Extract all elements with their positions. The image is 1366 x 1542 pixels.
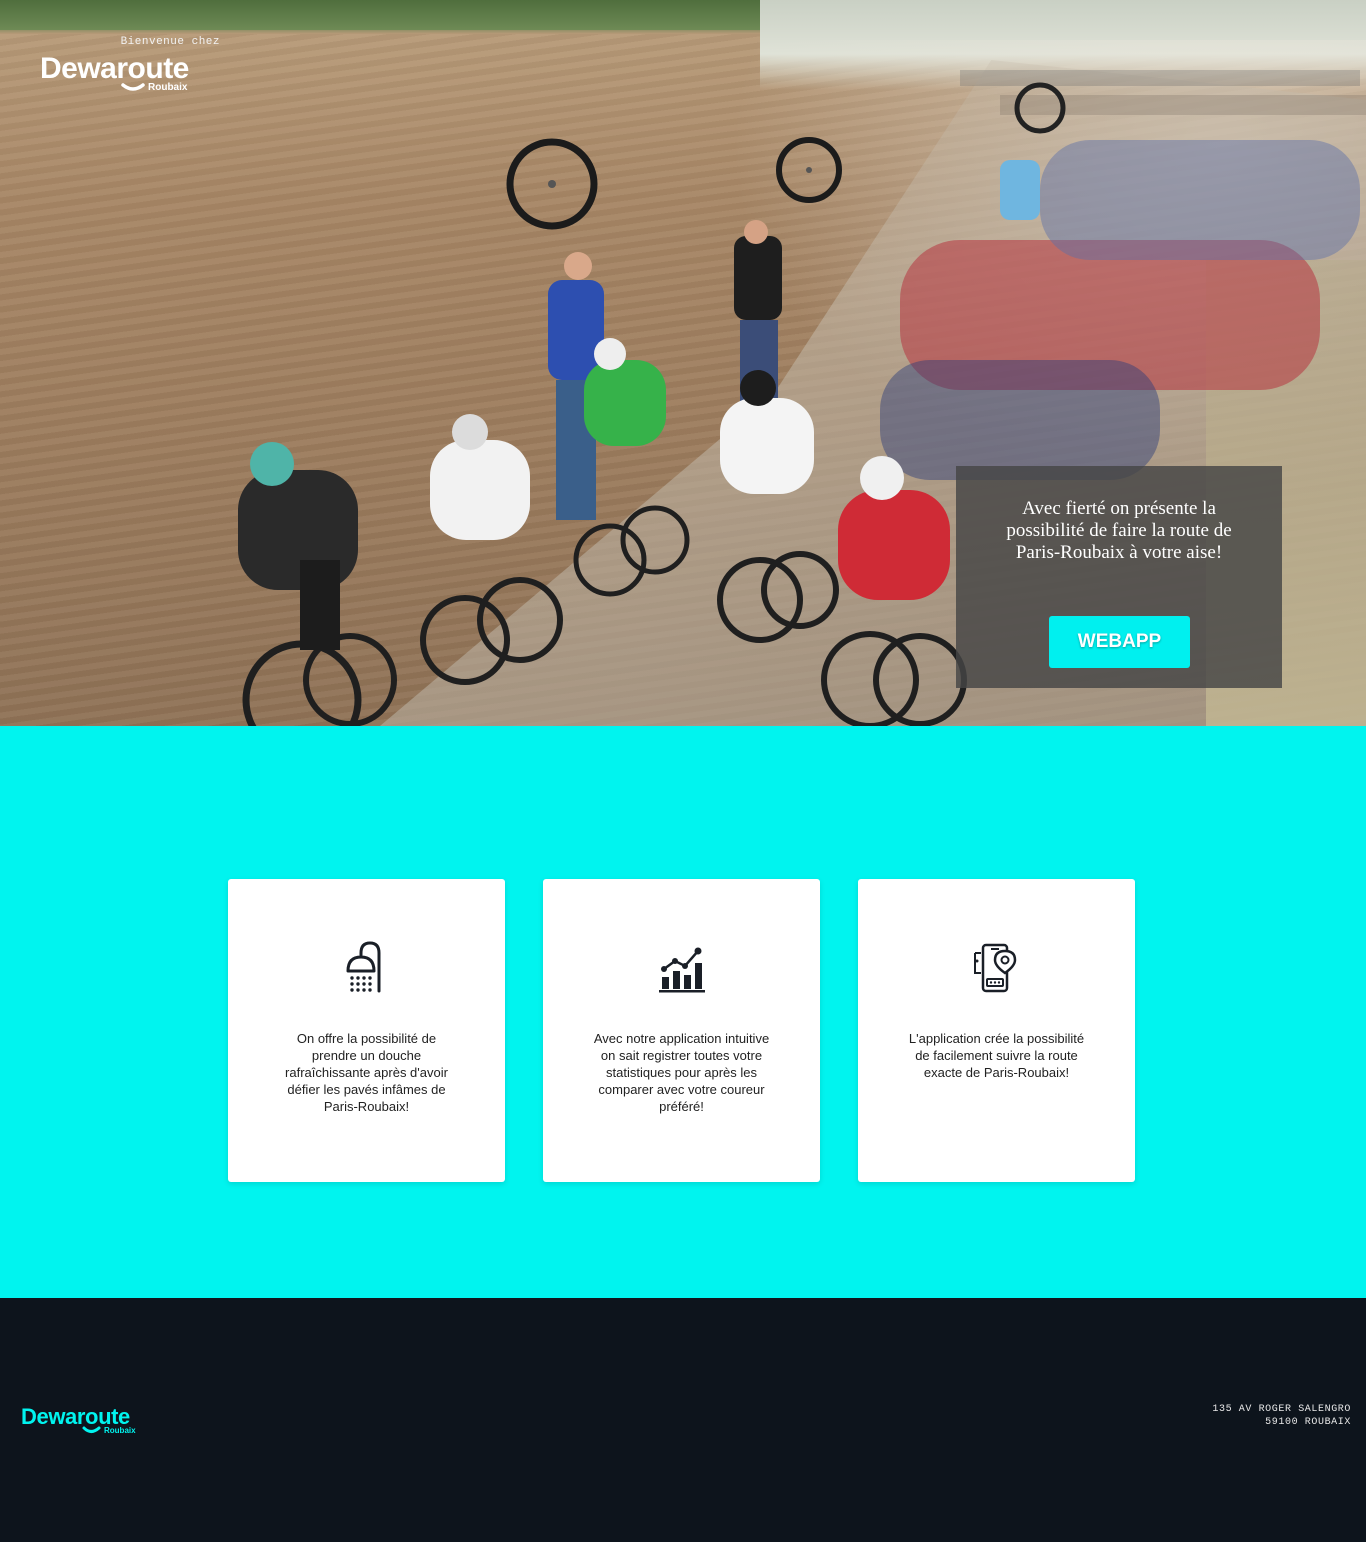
- feature-card-shower: On offre la possibilité de prendre un do…: [228, 879, 505, 1182]
- footer-logo-sub: Roubaix: [104, 1426, 136, 1435]
- promo-box: Avec fierté on présente la possibilité d…: [956, 466, 1282, 688]
- feature-card-route: L'application crée la possibilité de fac…: [858, 879, 1135, 1182]
- address-line-street: 135 AV ROGER SALENGRO: [1212, 1404, 1351, 1415]
- footer-address: 135 AV ROGER SALENGRO 59100 ROUBAIX: [1212, 1403, 1351, 1429]
- footer-logo[interactable]: Dewaroute Roubaix: [21, 1404, 161, 1438]
- feature-text-shower: On offre la possibilité de prendre un do…: [285, 1031, 448, 1114]
- dewaroute-logo[interactable]: Dewaroute Roubaix: [40, 48, 220, 100]
- logo-word: Dewaroute: [40, 52, 189, 85]
- feature-text-route: L'application crée la possibilité de fac…: [908, 1031, 1085, 1080]
- promo-text: Avec fierté on présente la possibilité d…: [1006, 498, 1232, 563]
- hero-brand: Bienvenue chez Dewaroute Roubaix: [40, 36, 220, 105]
- welcome-text: Bienvenue chez: [120, 36, 220, 48]
- webapp-button[interactable]: WEBAPP: [1049, 616, 1190, 668]
- shower-icon: [346, 941, 380, 993]
- phone-map-icon: [973, 943, 1016, 993]
- features-section: On offre la possibilité de prendre un do…: [0, 726, 1366, 1298]
- hero-section: Bienvenue chez Dewaroute Roubaix Avec fi…: [0, 0, 1366, 726]
- feature-card-stats: Avec notre application intuitive on sait…: [543, 879, 820, 1182]
- feature-text-stats: Avec notre application intuitive on sait…: [593, 1031, 770, 1114]
- logo-sub: Roubaix: [148, 82, 188, 93]
- address-line-city: 59100 ROUBAIX: [1265, 1417, 1351, 1428]
- logo-smile-icon: [121, 83, 145, 91]
- footer: Dewaroute Roubaix 135 AV ROGER SALENGRO …: [0, 1298, 1366, 1542]
- chart-growth-icon: [658, 947, 705, 993]
